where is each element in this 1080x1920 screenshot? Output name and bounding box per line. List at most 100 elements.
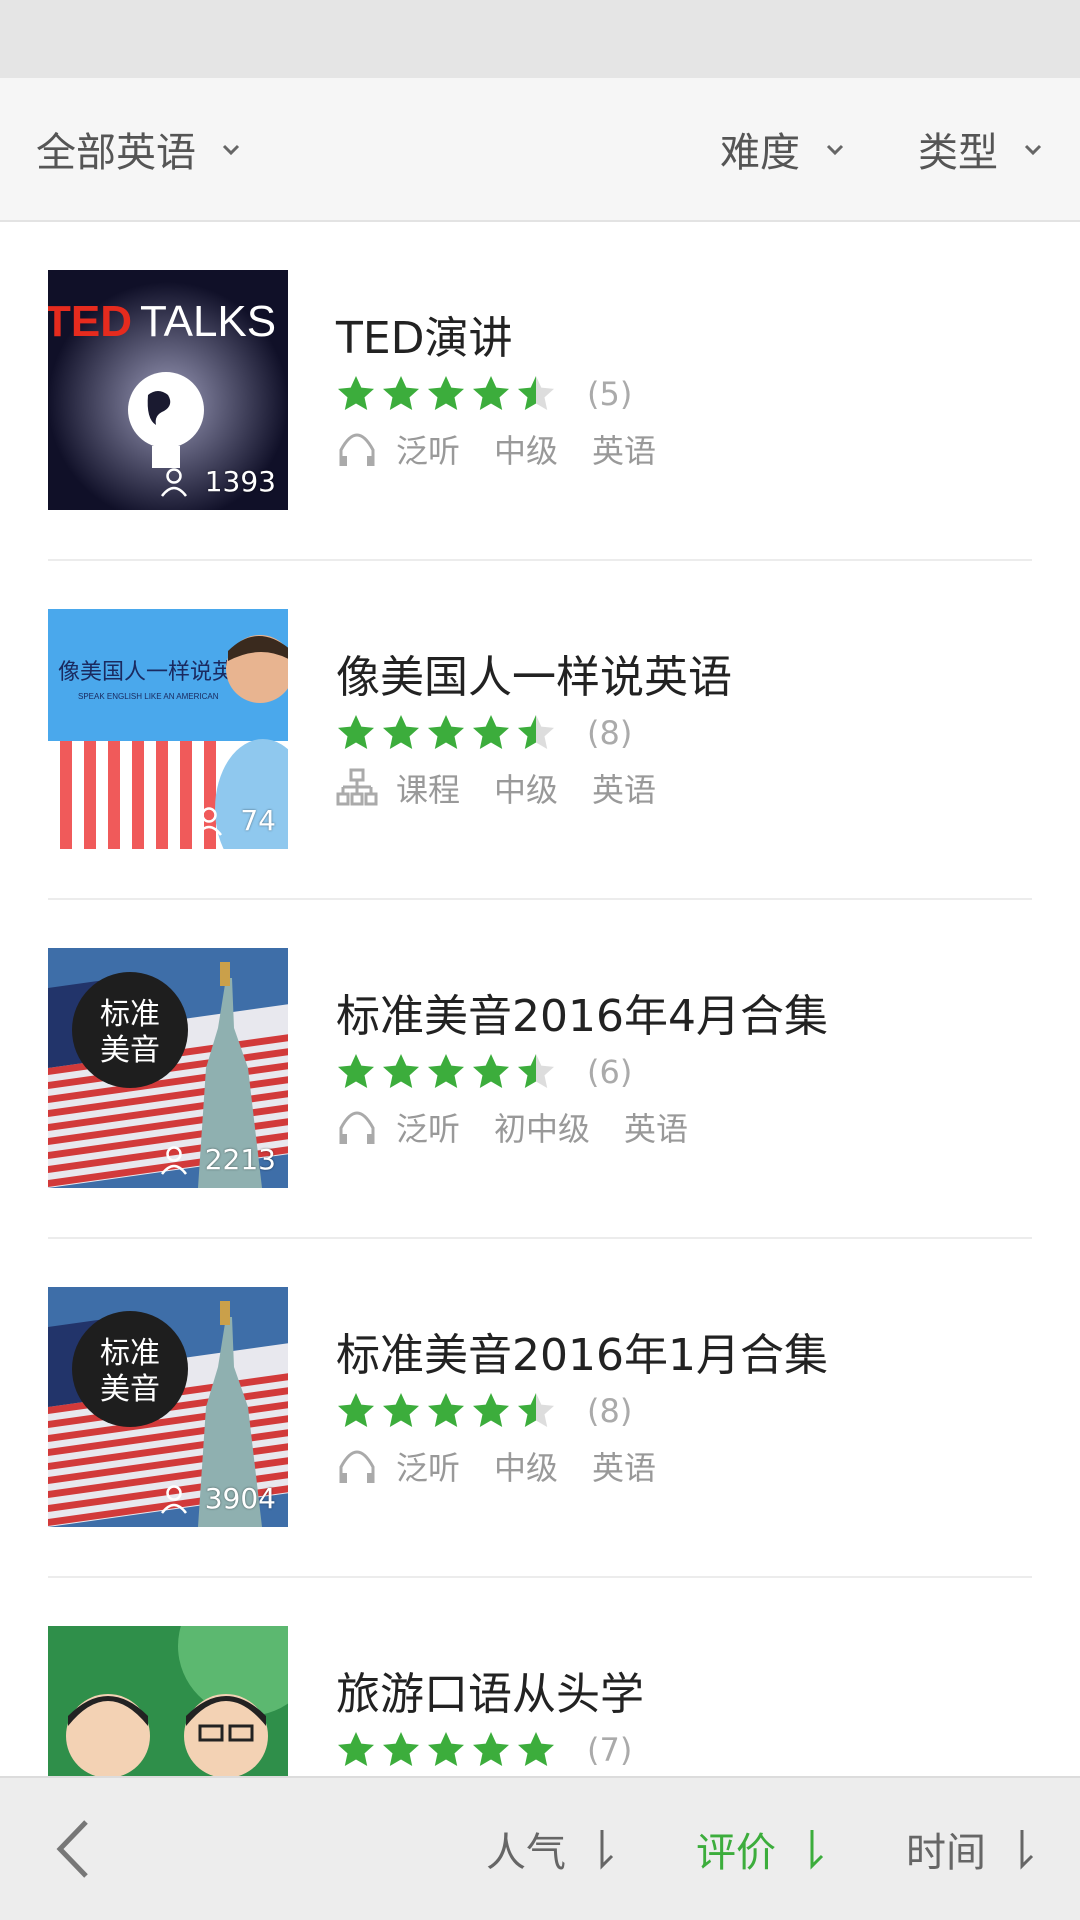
course-tag: 泛听 [396, 1449, 461, 1487]
rating-star-icon [428, 376, 464, 410]
thumbnail-caption-line-2: 美音 [100, 1033, 160, 1068]
learner-count: 2213 [159, 1143, 276, 1176]
course-tag: 泛听 [396, 432, 461, 470]
svg-text:TED: TED [48, 297, 132, 346]
course-list: TED TALKS 1393 TED演讲 (5) 泛听 中级 英语 像美国人一样说英语 SPEAK… [0, 222, 1080, 1917]
course-rating: (8) [336, 1389, 632, 1433]
course-tag: 中级 [494, 771, 559, 809]
rating-star-icon [473, 715, 509, 749]
rating-star-icon [428, 1393, 464, 1427]
course-tag: 英语 [592, 432, 657, 470]
course-thumbnail: TED TALKS 1393 [48, 270, 288, 510]
rating-star-icon [383, 376, 419, 410]
sort-popularity-button[interactable]: 人气 [486, 1778, 618, 1920]
course-tag: 英语 [592, 1449, 657, 1487]
course-title: TED演讲 [336, 313, 513, 364]
chevron-down-icon [1024, 144, 1042, 156]
course-title: 旅游口语从头学 [336, 1669, 644, 1720]
course-tags: 泛听 初中级 英语 [336, 1102, 722, 1152]
rating-count: (5) [587, 375, 633, 413]
learner-count: 74 [194, 804, 276, 837]
sort-time-label: 时间 [906, 1830, 986, 1876]
learner-count: 1393 [159, 465, 276, 498]
course-tag: 中级 [494, 432, 559, 470]
thumbnail-caption-line-2: 美音 [100, 1372, 160, 1407]
course-tag: 英语 [592, 771, 657, 809]
thumbnail-subcaption: SPEAK ENGLISH LIKE AN AMERICAN [78, 692, 219, 701]
rating-star-icon [338, 715, 374, 749]
course-rating: (8) [336, 711, 632, 755]
rating-count: (7) [587, 1731, 633, 1769]
difficulty-filter[interactable]: 难度 [720, 78, 848, 220]
sort-popularity-label: 人气 [486, 1830, 566, 1876]
svg-text:TALKS: TALKS [140, 297, 276, 346]
learner-count-value: 1393 [204, 465, 276, 498]
course-thumbnail: 标准 美音 3904 [48, 1287, 288, 1527]
person-icon [196, 806, 223, 836]
headphones-icon [339, 1111, 375, 1144]
rating-star-icon [338, 1393, 374, 1427]
course-tag: 英语 [624, 1110, 689, 1148]
rating-star-icon [383, 1393, 419, 1427]
sort-bar: 人气 评价 时间 [0, 1776, 1080, 1920]
thumbnail-caption-line-1: 标准 [100, 997, 160, 1032]
person-icon [160, 467, 187, 497]
rating-star-icon [338, 376, 374, 410]
course-thumbnail: 像美国人一样说英语 SPEAK ENGLISH LIKE AN AMERICAN 7… [48, 609, 288, 849]
course-tag: 初中级 [494, 1110, 591, 1148]
course-tags: 课程 中级 英语 [336, 763, 690, 813]
arrow-down-icon [810, 1830, 824, 1870]
back-button[interactable] [52, 1818, 112, 1880]
thumbnail-caption-line-1: 标准 [100, 1336, 160, 1371]
type-filter-label: 类型 [918, 130, 998, 176]
course-thumbnail: 标准 美音 2213 [48, 948, 288, 1188]
rating-stars [336, 713, 561, 753]
learner-count-value: 2213 [204, 1143, 276, 1176]
rating-count: (8) [587, 714, 633, 752]
learner-count: 3904 [159, 1482, 276, 1515]
course-tree-icon [336, 768, 378, 806]
sort-rating-label: 评价 [696, 1830, 776, 1876]
rating-star-icon [473, 1054, 509, 1088]
course-item[interactable]: 标准 美音 2213 标准美音2016年4月合集 (6) 泛听 初中级 英语 [0, 900, 1080, 1239]
course-tag: 泛听 [396, 1110, 461, 1148]
learner-count-value: 74 [240, 804, 276, 837]
type-filter[interactable]: 类型 [918, 78, 1046, 220]
headphones-icon [339, 433, 375, 466]
sort-rating-button[interactable]: 评价 [696, 1778, 828, 1920]
course-rating: (6) [336, 1050, 632, 1094]
rating-count: (8) [587, 1392, 633, 1430]
headphones-icon [339, 1450, 375, 1483]
rating-star-icon [428, 715, 464, 749]
rating-star-icon [383, 1732, 419, 1766]
chevron-down-icon [826, 144, 844, 156]
rating-star-icon [338, 1732, 374, 1766]
course-tags: 泛听 中级 英语 [336, 1441, 690, 1491]
difficulty-filter-label: 难度 [720, 130, 800, 176]
rating-stars [336, 1052, 561, 1092]
course-item[interactable]: TED TALKS 1393 TED演讲 (5) 泛听 中级 英语 [0, 222, 1080, 561]
rating-star-icon [383, 715, 419, 749]
arrow-down-icon [600, 1830, 614, 1870]
arrow-down-icon [1020, 1830, 1034, 1870]
rating-star-icon [518, 1732, 554, 1766]
learner-count-value: 3904 [204, 1482, 276, 1515]
filter-bar: 全部英语 难度 类型 [0, 78, 1080, 222]
rating-star-icon [473, 376, 509, 410]
chevron-down-icon [222, 144, 240, 156]
course-item[interactable]: 标准 美音 3904 标准美音2016年1月合集 (8) 泛听 中级 英语 [0, 1239, 1080, 1578]
rating-count: (6) [587, 1053, 633, 1091]
rating-star-icon [518, 1393, 554, 1427]
rating-star-icon [428, 1054, 464, 1088]
course-item[interactable]: 像美国人一样说英语 SPEAK ENGLISH LIKE AN AMERICAN 7… [0, 561, 1080, 900]
rating-stars [336, 1391, 561, 1431]
course-title: 像美国人一样说英语 [336, 652, 732, 703]
sort-time-button[interactable]: 时间 [906, 1778, 1038, 1920]
rating-star-icon [518, 1054, 554, 1088]
rating-stars [336, 374, 561, 414]
course-rating: (5) [336, 372, 632, 416]
rating-star-icon [383, 1054, 419, 1088]
rating-star-icon [473, 1732, 509, 1766]
person-icon [160, 1484, 187, 1514]
language-filter[interactable]: 全部英语 [36, 78, 244, 220]
